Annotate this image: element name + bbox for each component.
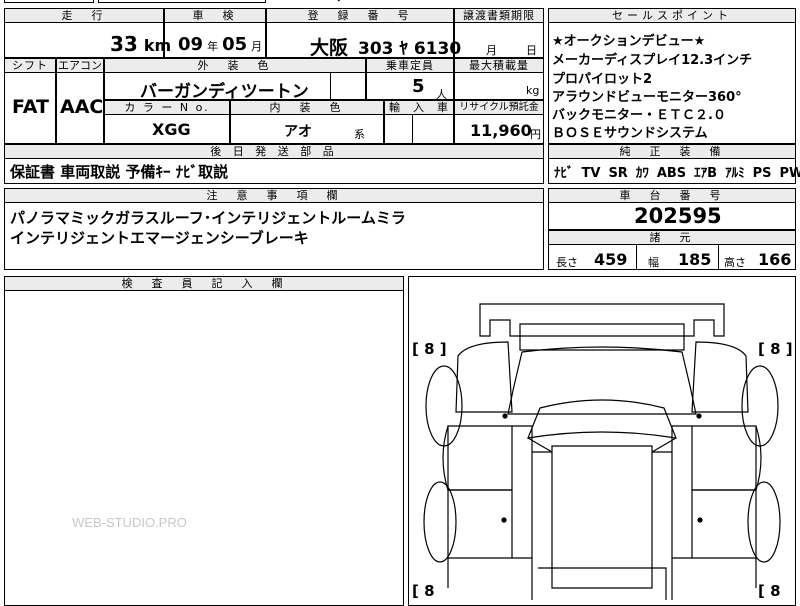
hood — [507, 346, 697, 415]
max-load-header: 最大積載量 — [454, 58, 544, 73]
rear-window — [538, 567, 667, 600]
inspection-header: 車 検 — [164, 8, 266, 23]
spec-width: 185 — [678, 250, 712, 269]
equip-pw: PW — [779, 166, 800, 181]
max-load-unit: kg — [526, 84, 540, 97]
genuine-equipment-list: ﾅﾋﾞ TV SR ｶﾜ ABS ｴｱB ｱﾙﾐ PS PW — [554, 162, 800, 181]
capacity-value: 5 — [412, 76, 425, 97]
genuine-equipment-header: 純 正 装 備 — [548, 144, 796, 159]
equip-ps: PS — [752, 166, 772, 181]
selling-points-header: セールスポイント — [548, 8, 796, 23]
spec-length: 459 — [594, 250, 628, 269]
selling-point-5: バックモニター・ＥＴＣ２.０ — [552, 108, 726, 123]
selling-point-3: プロパイロット2 — [552, 72, 653, 87]
front-fender-left — [455, 341, 513, 413]
recycle-unit: 円 — [530, 128, 541, 141]
rear-right-tire — [747, 481, 781, 563]
interior-color-suffix: 系 — [354, 128, 365, 141]
aftermarket-parts: 保証書 車両取説 予備ｷｰ ﾅﾋﾞ取説 — [10, 163, 229, 181]
selling-point-4: アラウンドビューモニター360° — [552, 90, 742, 105]
top-fragment: ｰﾝ — [330, 0, 344, 6]
front-door-left — [447, 425, 513, 491]
roof — [551, 445, 653, 589]
recycle-header: リサイクル預託金 — [454, 100, 544, 115]
equip-airbag: ｴｱB — [694, 166, 718, 181]
specs-header: 諸 元 — [548, 230, 796, 245]
rear-door-right — [691, 489, 757, 559]
mileage-value: 33 km — [110, 32, 172, 56]
interior-color-value: アオ — [284, 124, 312, 140]
front-fender-right — [691, 341, 749, 413]
spec-height: 166 — [758, 250, 792, 269]
import-header: 輸 入 車 — [384, 100, 454, 115]
equip-leather: ｶﾜ — [635, 166, 649, 181]
shift-header: シフト — [4, 58, 56, 73]
inspection-value: 09 年 05 月 — [178, 34, 263, 55]
exterior-color-value: バーガンディツートン — [140, 82, 309, 102]
windshield — [527, 399, 677, 439]
equip-sr: SR — [608, 166, 628, 181]
notes-line-1: パノラマミックガラスルーフ･インテリジェントルームミラ — [10, 209, 406, 227]
capacity-header: 乗車定員 — [366, 58, 454, 73]
transfer-month: 月 — [486, 44, 497, 57]
color-no-header: カ ラ ー N o. — [104, 100, 230, 115]
registration-header: 登 録 番 号 — [266, 8, 454, 23]
selling-point-6: ＢＯＳＥサウンドシステム — [552, 126, 708, 141]
hood-outline — [519, 323, 685, 351]
notes-header: 注 意 事 項 欄 — [4, 188, 544, 203]
car-diagram — [423, 303, 781, 600]
front-bumper — [479, 303, 725, 337]
selling-point-2: メーカーディスプレイ12.3インチ — [552, 53, 753, 68]
shift-value: FAT — [12, 96, 49, 118]
equip-tv: TV — [581, 166, 601, 181]
aftermarket-header: 後 日 発 送 部 品 — [4, 144, 544, 159]
color-no-value: XGG — [152, 120, 191, 139]
inspector-notes-header: 検 査 員 記 入 欄 — [4, 276, 404, 291]
spec-length-label: 長さ — [556, 256, 578, 269]
transfer-day: 日 — [526, 44, 537, 57]
equip-alloy: ｱﾙﾐ — [725, 166, 745, 181]
exterior-color-header: 外 装 色 — [104, 58, 366, 73]
recycle-value: 11,960 — [470, 121, 532, 140]
inspector-notes-cell — [4, 276, 404, 606]
rear-door-left — [447, 489, 513, 559]
spec-width-label: 幅 — [648, 256, 659, 269]
selling-point-1: ★オークションデビュー★ — [552, 34, 706, 49]
front-door-right — [691, 425, 757, 491]
mileage-header: 走 行 — [4, 8, 164, 23]
equip-abs: ABS — [656, 166, 687, 181]
aircon-value: AAC — [60, 96, 104, 118]
interior-color-header: 内 装 色 — [230, 100, 384, 115]
spec-height-label: 高さ — [724, 256, 746, 269]
chassis-number: 202595 — [634, 204, 722, 228]
watermark: WEB-STUDIO.PRO — [72, 515, 187, 530]
rear-left-tire — [423, 481, 457, 563]
equip-nav: ﾅﾋﾞ — [554, 166, 574, 181]
registration-value: 大阪 303 ﾔ 6130 — [310, 37, 462, 59]
aircon-header: エアコン — [56, 58, 104, 73]
transfer-deadline-header: 譲渡書類期限 — [454, 8, 544, 23]
top-strip: ｰﾝ — [0, 0, 800, 6]
notes-line-2: インテリジェントエマージェンシーブレーキ — [10, 229, 309, 247]
chassis-header: 車 台 番 号 — [548, 188, 796, 203]
